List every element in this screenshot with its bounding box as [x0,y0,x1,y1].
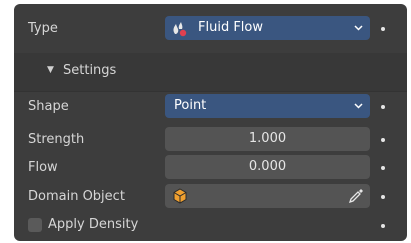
domain-object-row: Domain Object [14,184,407,210]
shape-dropdown[interactable]: Point [165,94,370,118]
fluid-flow-icon [170,19,188,37]
chevron-down-icon [354,16,363,40]
settings-label: Settings [63,63,117,78]
keyframe-dot[interactable] [381,138,385,142]
apply-density-checkbox[interactable] [28,218,42,232]
type-label: Type [28,21,58,36]
flow-field[interactable]: 0.000 [165,155,370,179]
disclosure-triangle-icon: ▼ [47,65,54,75]
shape-label: Shape [28,99,69,114]
keyframe-dot[interactable] [381,224,385,228]
apply-density-row: Apply Density [14,215,407,237]
shape-value: Point [174,98,207,113]
shape-row: Shape Point [14,94,407,120]
flow-row: Flow 0.000 [14,155,407,181]
fluid-properties-panel: Type Fluid Flow ▼ Settings Shape Point S… [14,4,407,241]
separator [14,91,407,92]
chevron-down-icon [354,94,363,118]
keyframe-dot[interactable] [381,27,385,31]
type-row: Type Fluid Flow [14,16,407,42]
flow-label: Flow [28,160,58,175]
keyframe-dot[interactable] [381,166,385,170]
domain-object-field[interactable] [165,184,370,208]
type-value: Fluid Flow [198,20,263,35]
apply-density-label[interactable]: Apply Density [48,217,138,232]
strength-row: Strength 1.000 [14,127,407,153]
settings-subpanel-header[interactable]: ▼ Settings [14,53,407,91]
strength-field[interactable]: 1.000 [165,127,370,151]
eyedropper-icon[interactable] [348,188,364,204]
domain-object-label: Domain Object [28,189,125,204]
strength-label: Strength [28,132,85,147]
type-dropdown[interactable]: Fluid Flow [165,16,370,40]
keyframe-dot[interactable] [381,105,385,109]
object-icon [171,187,189,205]
keyframe-dot[interactable] [381,195,385,199]
